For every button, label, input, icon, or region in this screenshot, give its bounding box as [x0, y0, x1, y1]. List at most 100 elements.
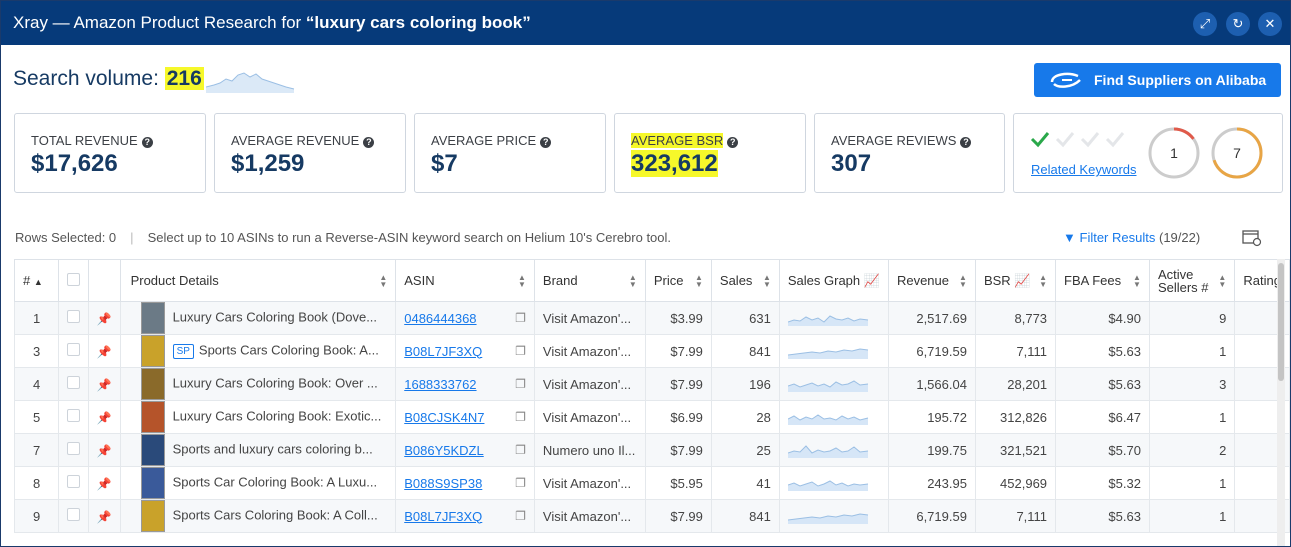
product-thumbnail[interactable] [140, 467, 165, 499]
col-header-brand[interactable]: Brand ▲ ▼ [533, 259, 646, 302]
asin-cell[interactable]: B08L7JF3XQ ❐ [395, 499, 535, 533]
col-header-number[interactable]: # ▲ [14, 259, 59, 302]
pin-cell[interactable]: 📌 [87, 499, 121, 533]
row-checkbox[interactable] [66, 475, 80, 488]
table-row[interactable]: 9 📌 Sports Cars Coloring Book: A Coll...… [14, 499, 1290, 533]
asin-link[interactable]: B08L7JF3XQ [404, 344, 482, 359]
asin-cell[interactable]: 0486444368 ❐ [395, 301, 535, 335]
col-header-active-sellers[interactable]: Active Sellers # ▲ ▼ [1148, 259, 1236, 302]
copy-icon[interactable]: ❐ [515, 509, 526, 523]
col-header-sales[interactable]: Sales ▲ ▼ [710, 259, 780, 302]
product-title[interactable]: Sports and luxury cars coloring b... [173, 441, 373, 456]
product-thumbnail[interactable] [140, 302, 165, 334]
product-title[interactable]: Luxury Cars Coloring Book: Exotic... [173, 408, 382, 423]
pin-icon[interactable]: 📌 [97, 378, 112, 392]
product-title[interactable]: Sports Cars Coloring Book: A Coll... [173, 507, 378, 522]
table-row[interactable]: 3 📌 SP Sports Cars Coloring Book: A... B0… [14, 334, 1290, 368]
product-details[interactable]: Sports Car Coloring Book: A Luxu... [119, 466, 397, 500]
row-checkbox-cell[interactable] [57, 433, 89, 467]
pin-icon[interactable]: 📌 [97, 345, 112, 359]
help-icon[interactable]: ? [540, 137, 552, 148]
table-row[interactable]: 7 📌 Sports and luxury cars coloring b...… [14, 433, 1290, 467]
copy-icon[interactable]: ❐ [515, 311, 526, 325]
asin-link[interactable]: 1688333762 [404, 377, 476, 392]
asin-cell[interactable]: B08L7JF3XQ ❐ [395, 334, 535, 368]
table-row[interactable]: 8 📌 Sports Car Coloring Book: A Luxu... … [14, 466, 1290, 500]
row-checkbox[interactable] [66, 409, 80, 422]
find-suppliers-alibaba-button[interactable]: Find Suppliers on Alibaba [1034, 63, 1281, 97]
product-details[interactable]: Luxury Cars Coloring Book (Dove... [119, 301, 397, 335]
pin-cell[interactable]: 📌 [87, 334, 121, 368]
col-header-revenue[interactable]: Revenue ▲ ▼ [887, 259, 976, 302]
product-details[interactable]: Luxury Cars Coloring Book: Over ... [119, 367, 397, 401]
asin-cell[interactable]: B088S9SP38 ❐ [395, 466, 535, 500]
filter-results-button[interactable]: ▼ Filter Results (19/22) [1063, 230, 1200, 245]
asin-link[interactable]: B086Y5KDZL [404, 443, 484, 458]
sales-graph[interactable] [778, 367, 889, 401]
copy-icon[interactable]: ❐ [515, 476, 526, 490]
pin-cell[interactable]: 📌 [87, 466, 121, 500]
col-header-price[interactable]: Price ▲ ▼ [644, 259, 712, 302]
close-button[interactable]: ✕ [1258, 12, 1282, 36]
asin-cell[interactable]: 1688333762 ❐ [395, 367, 535, 401]
sales-graph[interactable] [778, 499, 889, 533]
scrollbar-thumb[interactable] [1278, 263, 1284, 381]
pin-icon[interactable]: 📌 [97, 411, 112, 425]
pin-icon[interactable]: 📌 [97, 444, 112, 458]
help-icon[interactable]: ? [363, 137, 375, 148]
column-settings-icon[interactable] [1241, 228, 1263, 248]
col-header-sales-graph[interactable]: Sales Graph 📈 [778, 259, 889, 302]
product-title[interactable]: Sports Car Coloring Book: A Luxu... [173, 474, 378, 489]
sales-graph[interactable] [778, 301, 889, 335]
table-row[interactable]: 1 📌 Luxury Cars Coloring Book (Dove... 0… [14, 301, 1290, 335]
product-details[interactable]: Luxury Cars Coloring Book: Exotic... [119, 400, 397, 434]
asin-cell[interactable]: B086Y5KDZL ❐ [395, 433, 535, 467]
product-thumbnail[interactable] [140, 335, 165, 367]
product-details[interactable]: Sports and luxury cars coloring b... [119, 433, 397, 467]
table-row[interactable]: 4 📌 Luxury Cars Coloring Book: Over ... … [14, 367, 1290, 401]
asin-cell[interactable]: B08CJSK4N7 ❐ [395, 400, 535, 434]
copy-icon[interactable]: ❐ [515, 410, 526, 424]
help-icon[interactable]: ? [141, 137, 153, 148]
row-checkbox-cell[interactable] [57, 367, 89, 401]
sales-graph[interactable] [778, 400, 889, 434]
pin-icon[interactable]: 📌 [97, 312, 112, 326]
product-details[interactable]: Sports Cars Coloring Book: A Coll... [119, 499, 397, 533]
asin-link[interactable]: B088S9SP38 [404, 476, 482, 491]
pin-cell[interactable]: 📌 [87, 400, 121, 434]
col-header-bsr[interactable]: BSR 📈 ▲ ▼ [974, 259, 1057, 302]
col-header-product-details[interactable]: Product Details ▲ ▼ [119, 259, 397, 302]
col-header-fba-fees[interactable]: FBA Fees ▲ ▼ [1055, 259, 1150, 302]
product-title[interactable]: Luxury Cars Coloring Book: Over ... [173, 375, 378, 390]
copy-icon[interactable]: ❐ [515, 377, 526, 391]
refresh-button[interactable]: ↻ [1226, 12, 1250, 36]
pin-icon[interactable]: 📌 [97, 477, 112, 491]
product-thumbnail[interactable] [140, 500, 165, 532]
row-checkbox-cell[interactable] [57, 400, 89, 434]
pin-cell[interactable]: 📌 [87, 367, 121, 401]
row-checkbox[interactable] [66, 376, 80, 389]
sales-graph[interactable] [778, 334, 889, 368]
row-checkbox[interactable] [66, 343, 80, 356]
col-header-select-all[interactable] [57, 259, 89, 302]
row-checkbox-cell[interactable] [57, 334, 89, 368]
pin-cell[interactable]: 📌 [87, 433, 121, 467]
product-title[interactable]: Luxury Cars Coloring Book (Dove... [173, 309, 377, 324]
sales-graph[interactable] [778, 433, 889, 467]
row-checkbox-cell[interactable] [57, 466, 89, 500]
product-title[interactable]: Sports Cars Coloring Book: A... [199, 342, 379, 357]
row-checkbox[interactable] [66, 310, 80, 323]
help-icon[interactable]: ? [960, 137, 972, 148]
product-thumbnail[interactable] [140, 434, 165, 466]
help-icon[interactable]: ? [727, 137, 739, 148]
row-checkbox[interactable] [66, 508, 80, 521]
row-checkbox[interactable] [66, 442, 80, 455]
sales-graph[interactable] [778, 466, 889, 500]
expand-button[interactable]: ⤢ [1193, 12, 1217, 36]
product-thumbnail[interactable] [140, 401, 165, 433]
row-checkbox-cell[interactable] [57, 499, 89, 533]
row-checkbox-cell[interactable] [57, 301, 89, 335]
col-header-asin[interactable]: ASIN ▲ ▼ [395, 259, 535, 302]
asin-link[interactable]: B08L7JF3XQ [404, 509, 482, 524]
product-details[interactable]: SP Sports Cars Coloring Book: A... [119, 334, 397, 368]
